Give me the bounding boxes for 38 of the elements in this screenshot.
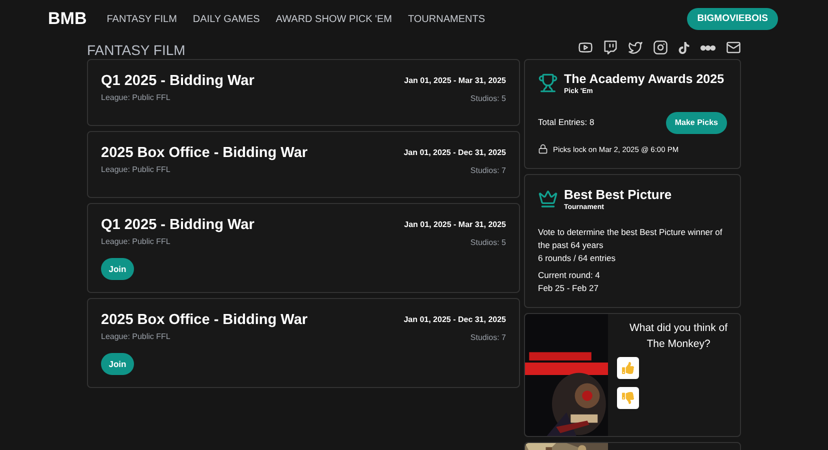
studio-count: Studios: 5 (470, 93, 506, 105)
poll-question: What did you think of The Monkey? (628, 321, 729, 352)
nav-link[interactable]: TOURNAMENTS (408, 12, 486, 26)
entries-count: Total Entries: 8 (538, 116, 594, 129)
league-card[interactable]: Q1 2025 - Bidding War League: Public FFL Jan 01, 2025 - Mar 31, 2025 Studios: 5 (87, 59, 520, 126)
make-picks-button[interactable]: Make Picks (666, 112, 727, 134)
league-title: Q1 2025 - Bidding War (101, 216, 254, 234)
tournament-description: Vote to determine the best Best Picture winner of the past 64 years (538, 226, 724, 252)
league-title: 2025 Box Office - Bidding War (101, 311, 308, 329)
league-card[interactable]: 2025 Box Office - Bidding War League: Public FFL Jan 01, 2025 - Dec 31, 2025 Studios: 7 (87, 131, 520, 198)
league-title: 2025 Box Office - Bidding War (101, 144, 308, 162)
join-button[interactable]: Join (101, 258, 134, 280)
date-range: Jan 01, 2025 - Dec 31, 2025 (404, 314, 506, 326)
date-range: Jan 01, 2025 - Mar 31, 2025 (404, 219, 506, 231)
account-button[interactable]: BIGMOVIEBOIS (687, 8, 778, 30)
league-card[interactable]: Q1 2025 - Bidding War League: Public FFL Jan 01, 2025 - Mar 31, 2025 Studios: 5 Join (87, 203, 520, 293)
join-button[interactable]: Join (101, 353, 134, 375)
studio-count: Studios: 7 (470, 332, 506, 344)
league-title: Q1 2025 - Bidding War (101, 72, 254, 90)
round-dates: Feb 25 - Feb 27 (538, 282, 600, 294)
studio-count: Studios: 5 (470, 237, 506, 249)
league-name: League: Public FFL (101, 236, 172, 248)
current-round: Current round: 4 (538, 268, 601, 282)
page-title: FANTASY FILM (87, 43, 186, 57)
logo[interactable]: BMB (48, 6, 87, 32)
contest-title: The Academy Awards 2025 (564, 71, 724, 87)
rounds-info: 6 rounds / 64 entries (538, 252, 616, 264)
nav-link[interactable]: DAILY GAMES (192, 12, 260, 26)
league-name: League: Public FFL (101, 331, 172, 343)
league-name: League: Public FFL (101, 92, 172, 104)
league-name: League: Public FFL (101, 164, 172, 176)
nav-link[interactable]: AWARD SHOW PICK 'EM (276, 12, 392, 26)
nav-link[interactable]: FANTASY FILM (106, 12, 177, 26)
studio-count: Studios: 7 (470, 165, 506, 177)
tournament-title: Best Best Picture (564, 187, 672, 203)
date-range: Jan 01, 2025 - Mar 31, 2025 (404, 75, 506, 87)
league-card[interactable]: 2025 Box Office - Bidding War League: Public FFL Jan 01, 2025 - Dec 31, 2025 Studios: 7 Join (87, 298, 520, 388)
date-range: Jan 01, 2025 - Dec 31, 2025 (404, 147, 506, 159)
